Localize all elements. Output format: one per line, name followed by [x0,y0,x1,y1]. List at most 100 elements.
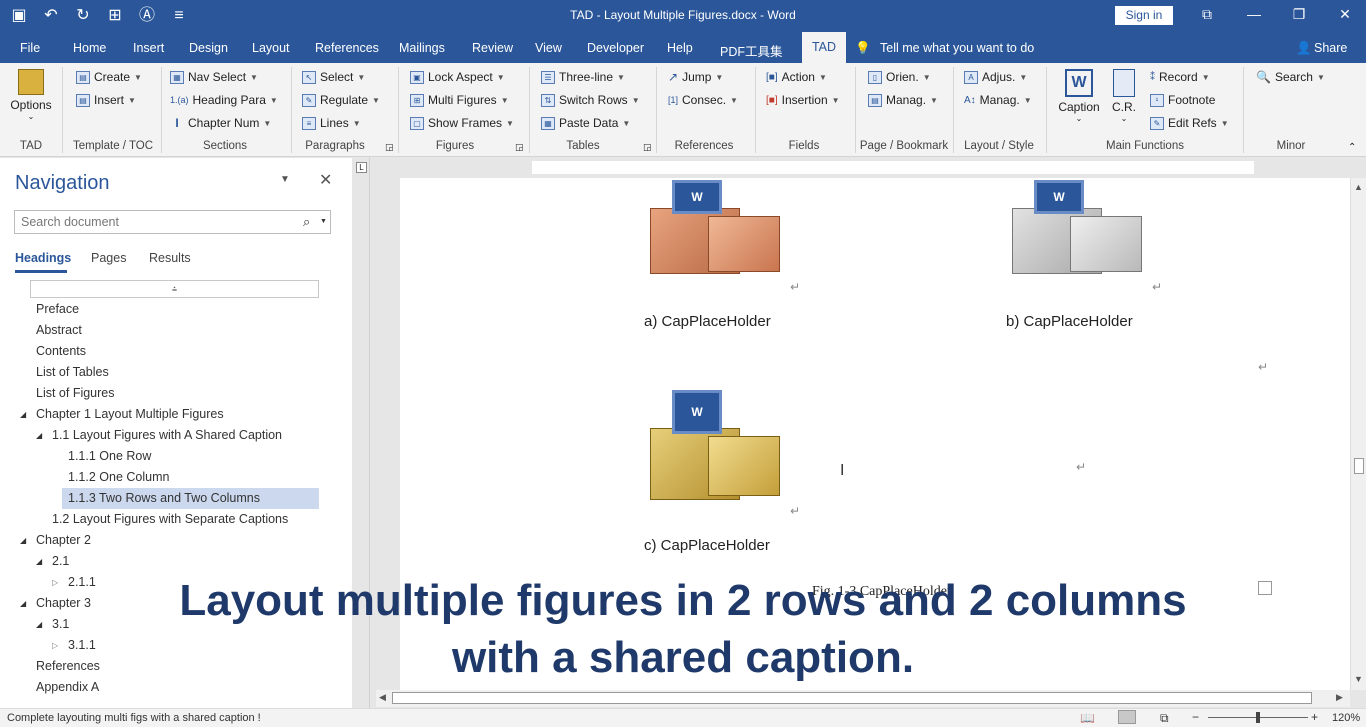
insertion-button[interactable]: [■] Insertion ▼ [766,93,840,107]
figure-c-image[interactable]: W [650,388,780,506]
figure-b-image[interactable]: W [1012,180,1142,278]
tell-me-search[interactable]: Tell me what you want to do [880,41,1034,55]
heading-item[interactable]: Preface [36,299,79,320]
record-button[interactable]: ⁑ Record ▼ [1150,70,1210,84]
tab-results[interactable]: Results [149,251,191,265]
scroll-right-icon[interactable]: ▶ [1336,692,1343,703]
heading-item[interactable]: 1.2 Layout Figures with Separate Caption… [52,509,288,530]
tab-insert[interactable]: Insert [133,41,164,55]
collapse-all-bar[interactable]: ⩮ [30,280,319,298]
footnote-button[interactable]: ¹ Footnote [1150,93,1215,107]
lock-aspect-button[interactable]: ▣ Lock Aspect ▼ [410,70,505,84]
zoom-level[interactable]: 120% [1332,712,1360,724]
tab-help[interactable]: Help [667,41,693,55]
scroll-down-icon[interactable]: ▼ [1354,674,1363,684]
heading-item[interactable]: 3.1.1 [68,635,96,656]
redo-icon[interactable]: ↻ [74,6,92,26]
consec-button[interactable]: [1] Consec. ▼ [668,93,738,107]
heading-item-selected[interactable]: 1.1.3 Two Rows and Two Columns [62,488,319,509]
heading-item[interactable]: References [36,656,100,677]
customize-qat-icon[interactable]: ≡ [170,6,188,26]
action-button[interactable]: [■] Action ▼ [766,70,827,84]
collapse-ribbon-icon[interactable]: ⌃ [1348,142,1356,153]
heading-item[interactable]: 1.1 Layout Figures with A Shared Caption [52,425,282,446]
tab-selector-icon[interactable]: L [356,162,367,173]
print-layout-icon[interactable] [1118,710,1136,724]
table-icon[interactable]: ⊞ [106,6,124,26]
zoom-slider-thumb[interactable] [1256,712,1260,723]
text-box-icon[interactable]: Ⓐ [138,6,156,26]
manag-style-button[interactable]: A↕ Manag. ▼ [964,93,1032,107]
expand-arrow-icon[interactable]: ◢ [36,551,42,572]
heading-item[interactable]: List of Figures [36,383,115,404]
horizontal-ruler[interactable] [372,158,1350,178]
three-line-button[interactable]: ☰ Three-line ▼ [541,70,625,84]
switch-rows-button[interactable]: ⇅ Switch Rows ▼ [541,93,640,107]
expand-arrow-icon[interactable]: ◢ [20,593,26,614]
search-document-input[interactable]: Search document [14,210,331,234]
tab-pages[interactable]: Pages [91,251,126,265]
zoom-out-icon[interactable]: − [1192,710,1199,724]
collapsed-arrow-icon[interactable]: ▷ [52,572,58,593]
web-layout-icon[interactable]: ⧉ [1160,711,1169,726]
close-pane-icon[interactable]: ✕ [319,170,332,190]
tab-file[interactable]: File [20,41,40,55]
zoom-in-icon[interactable]: + [1311,710,1318,724]
ribbon-display-icon[interactable]: ⧉ [1197,6,1217,23]
chevron-down-icon[interactable]: ▼ [320,218,327,225]
heading-item[interactable]: Chapter 2 [36,530,91,551]
pane-options-icon[interactable]: ▼ [280,174,290,185]
regulate-button[interactable]: ✎ Regulate ▼ [302,93,380,107]
tab-references[interactable]: References [315,41,379,55]
tab-tad[interactable]: TAD [802,32,846,63]
heading-item[interactable]: 3.1 [52,614,69,635]
caption-b[interactable]: b) CapPlaceHolder [1006,313,1133,330]
tab-mailings[interactable]: Mailings [399,41,445,55]
scroll-left-icon[interactable]: ◀ [379,692,386,703]
insert-toc-button[interactable]: ▤ Insert ▼ [76,93,136,107]
minimize-icon[interactable]: — [1244,6,1264,22]
heading-item[interactable]: List of Tables [36,362,109,383]
tab-headings[interactable]: Headings [15,251,71,265]
heading-item[interactable]: 1.1.1 One Row [68,446,151,467]
jump-button[interactable]: ↗ Jump ▼ [668,70,723,84]
close-icon[interactable]: ✕ [1335,6,1355,23]
heading-item[interactable]: 2.1 [52,551,69,572]
tab-design[interactable]: Design [189,41,228,55]
search-ribbon-button[interactable]: 🔍 Search ▼ [1256,70,1325,84]
edit-refs-button[interactable]: ✎ Edit Refs ▼ [1150,116,1229,130]
paragraphs-launcher-icon[interactable]: ◲ [385,142,394,153]
scroll-up-icon[interactable]: ▲ [1354,182,1363,192]
sign-in-button[interactable]: Sign in [1115,6,1173,25]
show-frames-button[interactable]: ▢ Show Frames ▼ [410,116,514,130]
options-button[interactable]: Options ⌄ [8,69,54,121]
horizontal-scrollbar[interactable]: ◀ ▶ [376,690,1350,707]
tab-view[interactable]: View [535,41,562,55]
lines-button[interactable]: ≡ Lines ▼ [302,116,361,130]
heading-item[interactable]: Chapter 1 Layout Multiple Figures [36,404,224,425]
tab-developer[interactable]: Developer [587,41,644,55]
hscroll-thumb[interactable] [392,692,1312,704]
adjus-button[interactable]: A Adjus. ▼ [964,70,1027,84]
nav-select-button[interactable]: ▦ Nav Select ▼ [170,70,258,84]
read-mode-icon[interactable]: 📖 [1080,711,1095,725]
chapter-num-button[interactable]: I Chapter Num ▼ [170,116,271,130]
figures-launcher-icon[interactable]: ◲ [515,142,524,153]
heading-para-button[interactable]: 1.(a) Heading Para ▼ [170,93,278,107]
expand-arrow-icon[interactable]: ◢ [36,614,42,635]
save-icon[interactable]: ▣ [10,6,28,26]
search-icon[interactable]: ⌕ [303,214,310,230]
undo-icon[interactable]: ↶ [42,6,60,26]
orien-button[interactable]: ▯ Orien. ▼ [868,70,931,84]
tab-pdf[interactable]: PDF工具集 [720,41,783,60]
manag-bookmark-button[interactable]: ▤ Manag. ▼ [868,93,938,107]
collapsed-arrow-icon[interactable]: ▷ [52,635,58,656]
heading-item[interactable]: 1.1.2 One Column [68,467,169,488]
heading-item[interactable]: Appendix A [36,677,99,698]
caption-a[interactable]: a) CapPlaceHolder [644,313,771,330]
tab-home[interactable]: Home [73,41,106,55]
share-button[interactable]: Share [1314,41,1347,55]
vertical-scrollbar[interactable]: ▲ ▼ [1350,178,1366,690]
scroll-thumb[interactable] [1354,458,1364,474]
maximize-icon[interactable]: ❐ [1289,6,1309,23]
